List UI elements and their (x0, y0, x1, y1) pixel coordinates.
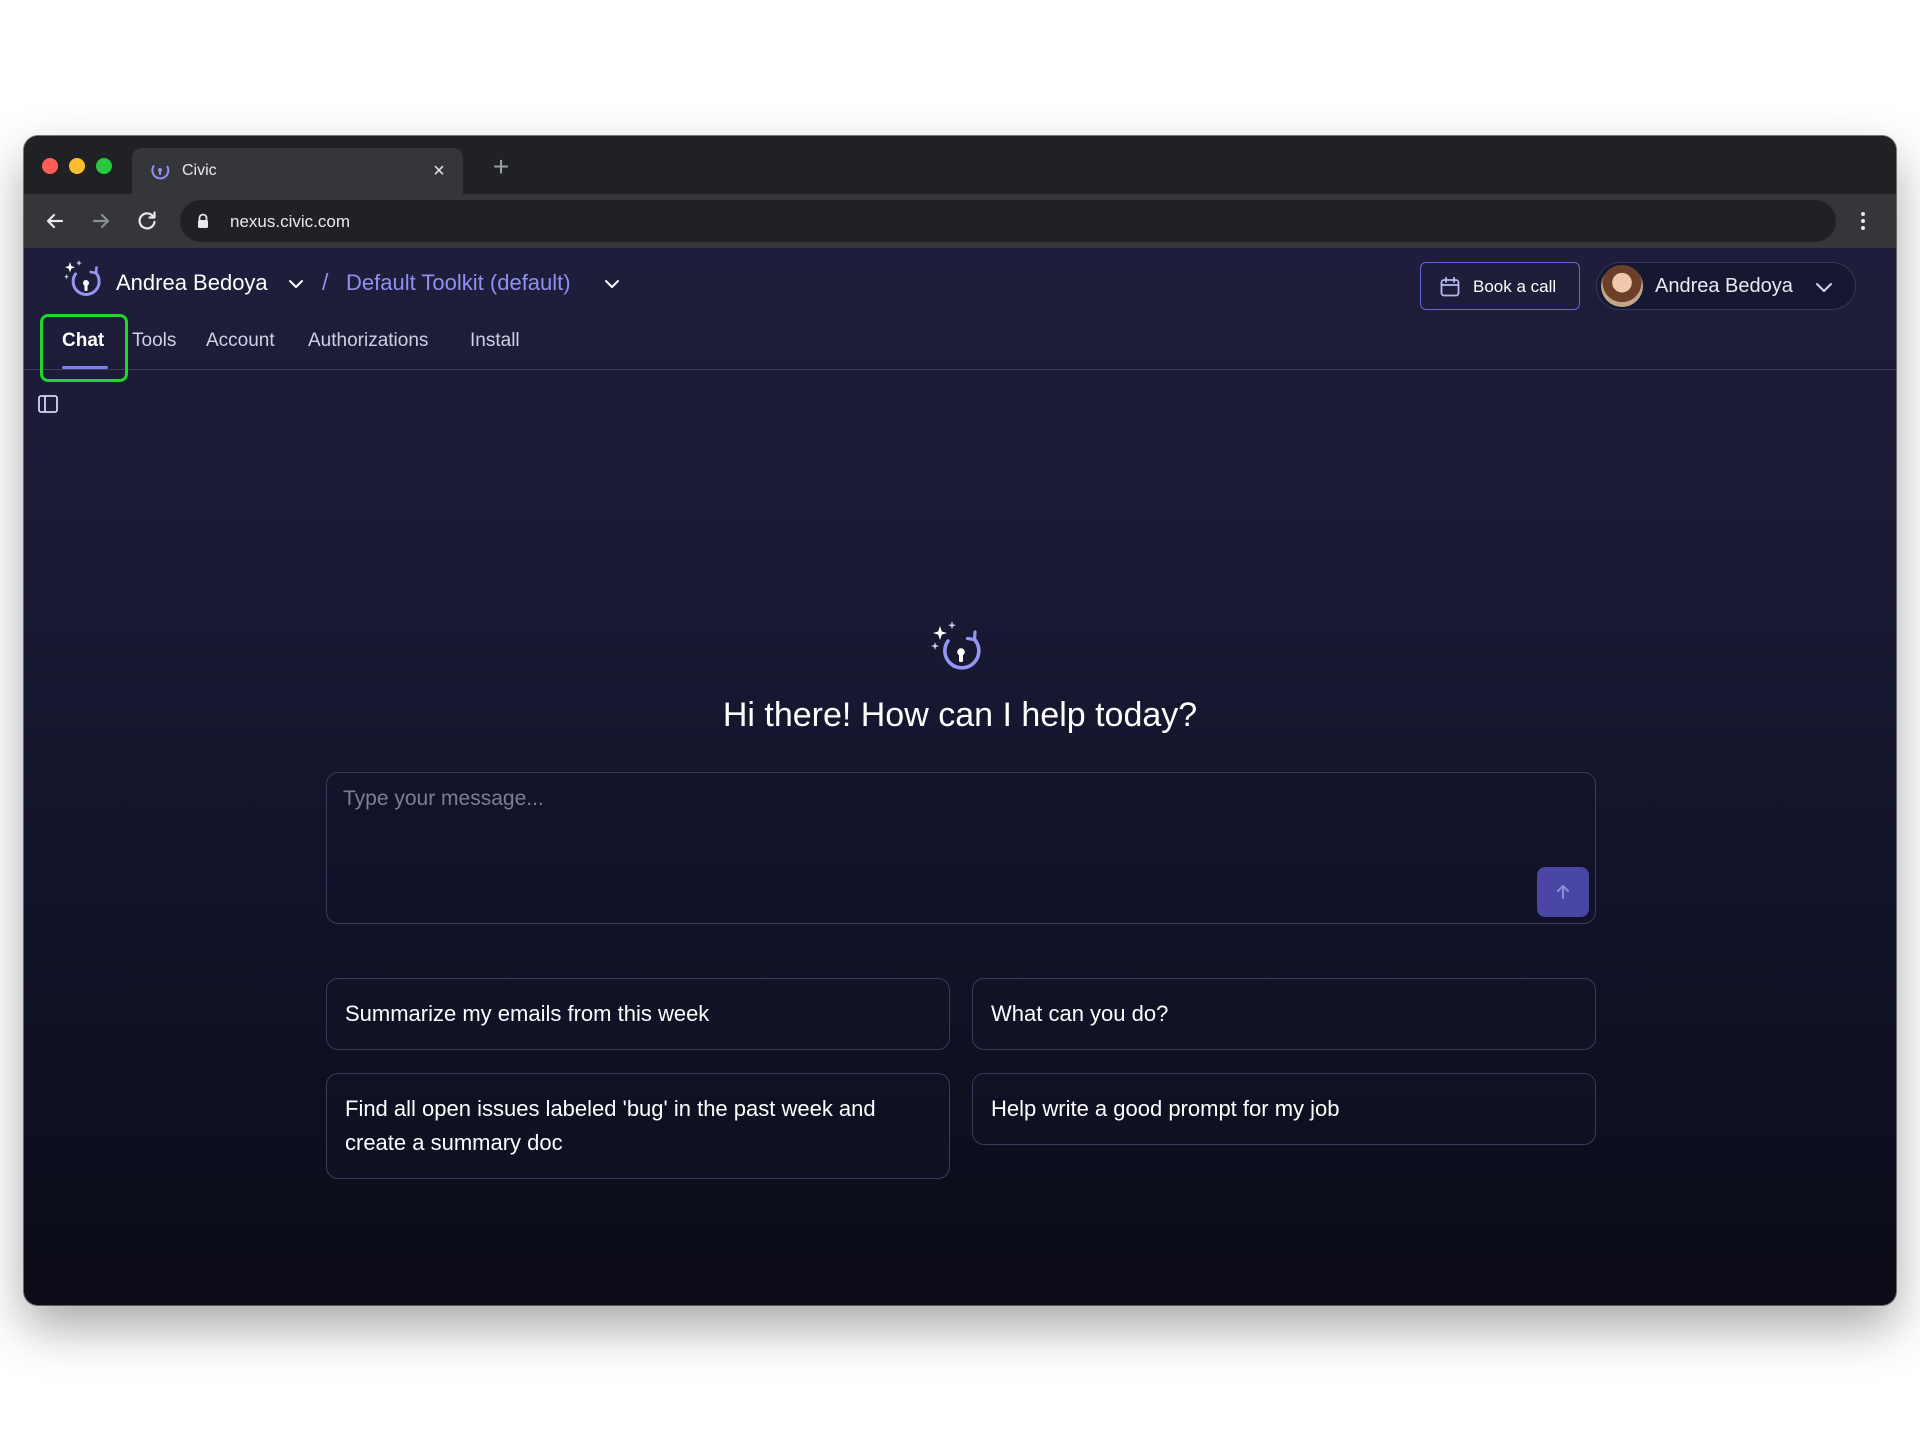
user-name: Andrea Bedoya (1655, 275, 1793, 297)
suggestion-card[interactable]: Summarize my emails from this week (326, 978, 950, 1050)
back-arrow-icon[interactable] (40, 206, 70, 236)
lock-icon (198, 213, 208, 228)
suggestion-card[interactable]: Find all open issues labeled 'bug' in th… (326, 1073, 950, 1179)
close-window-button[interactable] (42, 158, 58, 174)
more-vert-icon[interactable] (1848, 206, 1878, 236)
message-composer (326, 772, 1596, 924)
org-switcher[interactable]: Andrea Bedoya (116, 270, 268, 296)
suggestion-text: Help write a good prompt for my job (991, 1096, 1340, 1121)
main-nav-tabs: Chat Tools Account Authorizations Instal… (24, 320, 724, 370)
minimize-window-button[interactable] (69, 158, 85, 174)
browser-tab[interactable]: Civic × (132, 148, 463, 194)
chevron-down-icon (1816, 283, 1832, 292)
app-header: Andrea Bedoya / Default Toolkit (default… (24, 248, 1896, 382)
forward-arrow-icon[interactable] (86, 206, 116, 236)
chevron-down-icon[interactable] (602, 274, 622, 294)
suggestion-card[interactable]: Help write a good prompt for my job (972, 1073, 1596, 1145)
url-text: nexus.civic.com (230, 212, 350, 231)
breadcrumb-separator: / (322, 269, 329, 295)
toolkit-switcher[interactable]: Default Toolkit (default) (346, 270, 571, 296)
chat-tab-highlight (40, 314, 128, 382)
civic-logo-icon[interactable] (62, 258, 106, 302)
book-call-button[interactable]: Book a call (1420, 262, 1580, 310)
sidebar-toggle-icon[interactable] (36, 392, 60, 416)
suggestion-text: What can you do? (991, 1001, 1169, 1026)
tab-account[interactable]: Account (206, 330, 275, 352)
send-button[interactable] (1537, 867, 1589, 917)
reload-icon[interactable] (132, 206, 162, 236)
calendar-icon (1440, 276, 1460, 297)
address-bar[interactable]: nexus.civic.com (180, 200, 1836, 242)
chat-greeting: Hi there! How can I help today? (722, 696, 1198, 734)
new-tab-button[interactable]: + (486, 152, 516, 182)
app-page: Andrea Bedoya / Default Toolkit (default… (24, 248, 1896, 1305)
book-call-label: Book a call (1473, 277, 1557, 296)
tab-tools[interactable]: Tools (132, 330, 176, 352)
tab-authorizations[interactable]: Authorizations (308, 330, 428, 352)
browser-toolbar: nexus.civic.com (24, 194, 1896, 248)
suggestion-text: Summarize my emails from this week (345, 1001, 710, 1026)
avatar (1601, 265, 1643, 307)
civic-favicon-icon (151, 164, 170, 180)
tab-close-icon[interactable]: × (425, 157, 453, 185)
tab-strip: Civic × + (24, 136, 1896, 194)
tab-install[interactable]: Install (470, 330, 520, 352)
browser-window: Civic × + nexus.civic.com Andrea Bedoya … (24, 136, 1896, 1305)
suggestion-card[interactable]: What can you do? (972, 978, 1596, 1050)
arrow-up-icon (1557, 885, 1569, 899)
chevron-down-icon[interactable] (286, 274, 306, 294)
zoom-window-button[interactable] (96, 158, 112, 174)
tab-title: Civic (182, 162, 217, 179)
suggestion-text: Find all open issues labeled 'bug' in th… (345, 1096, 876, 1155)
user-menu-button[interactable]: Andrea Bedoya (1596, 262, 1856, 310)
civic-logo-icon (931, 621, 981, 670)
message-input[interactable] (343, 787, 1523, 877)
